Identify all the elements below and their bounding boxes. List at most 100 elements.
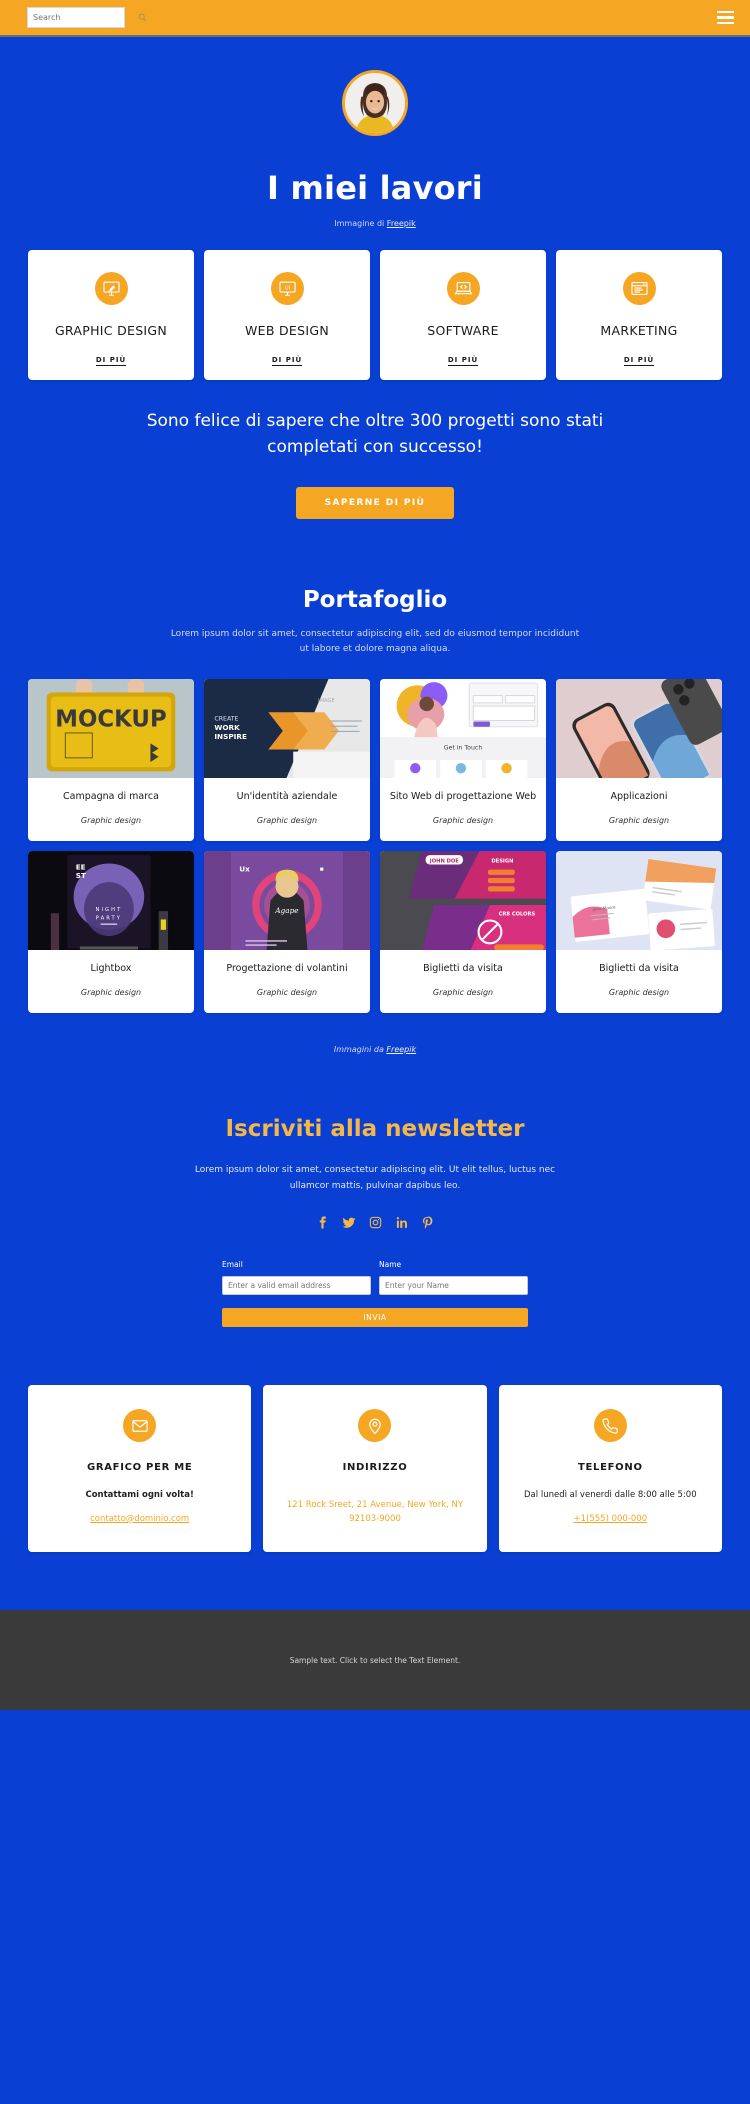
credit-link[interactable]: Freepik	[386, 1045, 416, 1054]
linkedin-icon[interactable]	[395, 1216, 408, 1230]
portfolio-title: Portafoglio	[302, 586, 448, 613]
contact-title: TELEFONO	[577, 1462, 643, 1474]
portfolio-item-name: Sito Web di progettazione Web	[389, 791, 537, 803]
hero-section: I miei lavori Immagine di Freepik	[0, 37, 750, 228]
contact-address-link[interactable]: 121 Rock Sreet, 21 Avenue, New York, NY …	[277, 1499, 472, 1526]
footer-spacer	[0, 1552, 750, 1610]
newsletter-subtitle: Lorem ipsum dolor sit amet, consectetur …	[194, 1164, 556, 1191]
portfolio-item-category: Graphic design	[432, 816, 494, 826]
software-code-icon	[446, 272, 480, 305]
search-icon	[138, 13, 147, 22]
pinterest-icon[interactable]	[421, 1216, 434, 1230]
envelope-icon	[123, 1409, 157, 1443]
cta-wrapper: SAPERNE DI PIÙ	[0, 461, 750, 519]
portfolio-item[interactable]: CREATE WORK INSPIRE IMAGE Un'identità az…	[204, 679, 370, 842]
portfolio-thumbnail	[556, 679, 722, 779]
portfolio-item[interactable]: Agape Ux Progettazione di volantini Grap…	[204, 851, 370, 1013]
svg-text:UI: UI	[284, 285, 290, 291]
svg-text:JOHN DOE: JOHN DOE	[429, 858, 459, 864]
hamburger-menu-icon[interactable]	[713, 7, 738, 28]
newsletter-form: Email Name	[222, 1260, 528, 1296]
service-more-link[interactable]: DI PIÙ	[447, 356, 479, 366]
portfolio-item-name: Un'identità aziendale	[236, 791, 338, 803]
svg-text:IMAGE: IMAGE	[318, 698, 335, 704]
contact-title: GRAFICO PER ME	[86, 1462, 193, 1474]
portfolio-item-name: Lightbox	[90, 963, 132, 975]
service-card-software[interactable]: SOFTWARE DI PIÙ	[380, 250, 546, 380]
portfolio-item-name: Campagna di marca	[63, 791, 159, 803]
service-more-link[interactable]: DI PIÙ	[95, 356, 127, 366]
contact-cards: GRAFICO PER ME Contattami ogni volta! co…	[0, 1327, 750, 1553]
email-input[interactable]	[222, 1276, 371, 1296]
service-more-link[interactable]: DI PIÙ	[271, 356, 303, 366]
svg-text:PARTY: PARTY	[96, 916, 122, 922]
newsletter-section: Iscriviti alla newsletter Lorem ipsum do…	[0, 1054, 750, 1328]
name-input[interactable]	[379, 1276, 528, 1296]
portfolio-caption: Lightbox Graphic design	[28, 950, 194, 1013]
svg-text:CR8 COLORS: CR8 COLORS	[499, 911, 536, 917]
page-title: I miei lavori	[267, 169, 483, 207]
portfolio-subtitle: Lorem ipsum dolor sit amet, consectetur …	[170, 628, 580, 654]
portfolio-item[interactable]: EE ST NIGHT PARTY Lightbox Graphic desig…	[28, 851, 194, 1013]
name-field-group: Name	[379, 1260, 528, 1296]
portfolio-grid: MOCKUP Campagna di marca Graphic design	[0, 657, 750, 1013]
portfolio-thumbnail: Agape Ux	[204, 851, 370, 951]
portfolio-section: Portafoglio Lorem ipsum dolor sit amet, …	[0, 519, 750, 1054]
service-title: SOFTWARE	[427, 323, 499, 338]
service-card-marketing[interactable]: MARKETING DI PIÙ	[556, 250, 722, 380]
portfolio-images-credit: Immagini da Freepik	[0, 1013, 750, 1054]
svg-text:CREATE: CREATE	[214, 716, 238, 723]
portfolio-item-category: Graphic design	[608, 816, 670, 826]
twitter-icon[interactable]	[342, 1216, 356, 1230]
contact-phone-link[interactable]: +1(555) 000-000	[574, 1513, 648, 1527]
newsletter-submit-button[interactable]: INVIA	[222, 1308, 528, 1328]
portfolio-caption: Progettazione di volantini Graphic desig…	[204, 950, 370, 1013]
avatar	[342, 70, 408, 136]
portfolio-item[interactable]: JOHN DOE DESIGN CR8 COLORS Biglietti da …	[380, 851, 546, 1013]
portfolio-item-name: Applicazioni	[610, 791, 668, 803]
learn-more-button[interactable]: SAPERNE DI PIÙ	[295, 486, 455, 519]
portfolio-item-category: Graphic design	[608, 987, 670, 997]
phone-icon	[593, 1409, 627, 1443]
portfolio-item[interactable]: MOCKUP Campagna di marca Graphic design	[28, 679, 194, 842]
portfolio-item[interactable]: Get in Touch Sito Web di progettazione W…	[380, 679, 546, 842]
portfolio-item[interactable]: Jane Moore Biglietti da visita Graphic d…	[556, 851, 722, 1013]
name-label: Name	[379, 1260, 402, 1270]
svg-text:Get in Touch: Get in Touch	[444, 745, 483, 752]
instagram-icon[interactable]	[369, 1216, 382, 1230]
contact-text: Contattami ogni volta!	[85, 1490, 194, 1501]
facebook-icon[interactable]	[316, 1216, 329, 1230]
service-card-graphic-design[interactable]: GRAPHIC DESIGN DI PIÙ	[28, 250, 194, 380]
portfolio-thumbnail: MOCKUP	[28, 679, 194, 779]
graphic-design-icon	[94, 272, 128, 305]
email-label: Email	[222, 1260, 243, 1270]
svg-text:Ux: Ux	[239, 865, 250, 874]
svg-text:MOCKUP: MOCKUP	[55, 707, 166, 733]
page-root: I miei lavori Immagine di Freepik GRAPHI…	[0, 0, 750, 1711]
credit-link[interactable]: Freepik	[387, 219, 416, 228]
service-card-web-design[interactable]: UI WEB DESIGN DI PIÙ	[204, 250, 370, 380]
search-box[interactable]	[27, 7, 147, 28]
contact-title: INDIRIZZO	[342, 1462, 408, 1474]
web-design-ui-icon: UI	[270, 272, 304, 305]
portfolio-item-category: Graphic design	[256, 987, 318, 997]
portfolio-caption: Biglietti da visita Graphic design	[380, 950, 546, 1013]
newsletter-title: Iscriviti alla newsletter	[225, 1115, 525, 1142]
svg-text:NIGHT: NIGHT	[96, 907, 123, 913]
avatar-photo	[345, 73, 405, 133]
service-more-link[interactable]: DI PIÙ	[623, 356, 655, 366]
search-input[interactable]	[33, 13, 134, 22]
hamburger-bar	[717, 21, 734, 25]
portfolio-thumbnail: Jane Moore	[556, 851, 722, 951]
service-title: GRAPHIC DESIGN	[54, 323, 168, 338]
services-grid: GRAPHIC DESIGN DI PIÙ UI WEB DESIGN DI P…	[0, 228, 750, 380]
portfolio-item[interactable]: Applicazioni Graphic design	[556, 679, 722, 842]
contact-card-email: GRAFICO PER ME Contattami ogni volta! co…	[28, 1385, 252, 1553]
email-field-group: Email	[222, 1260, 371, 1296]
contact-email-link[interactable]: contatto@dominio.com	[90, 1513, 189, 1527]
credit-prefix: Immagini da	[333, 1044, 387, 1054]
svg-text:WORK: WORK	[214, 723, 240, 732]
footer-text[interactable]: Sample text. Click to select the Text El…	[290, 1656, 461, 1665]
contact-card-address: INDIRIZZO 121 Rock Sreet, 21 Avenue, New…	[263, 1385, 487, 1553]
portfolio-thumbnail: JOHN DOE DESIGN CR8 COLORS	[380, 851, 546, 951]
